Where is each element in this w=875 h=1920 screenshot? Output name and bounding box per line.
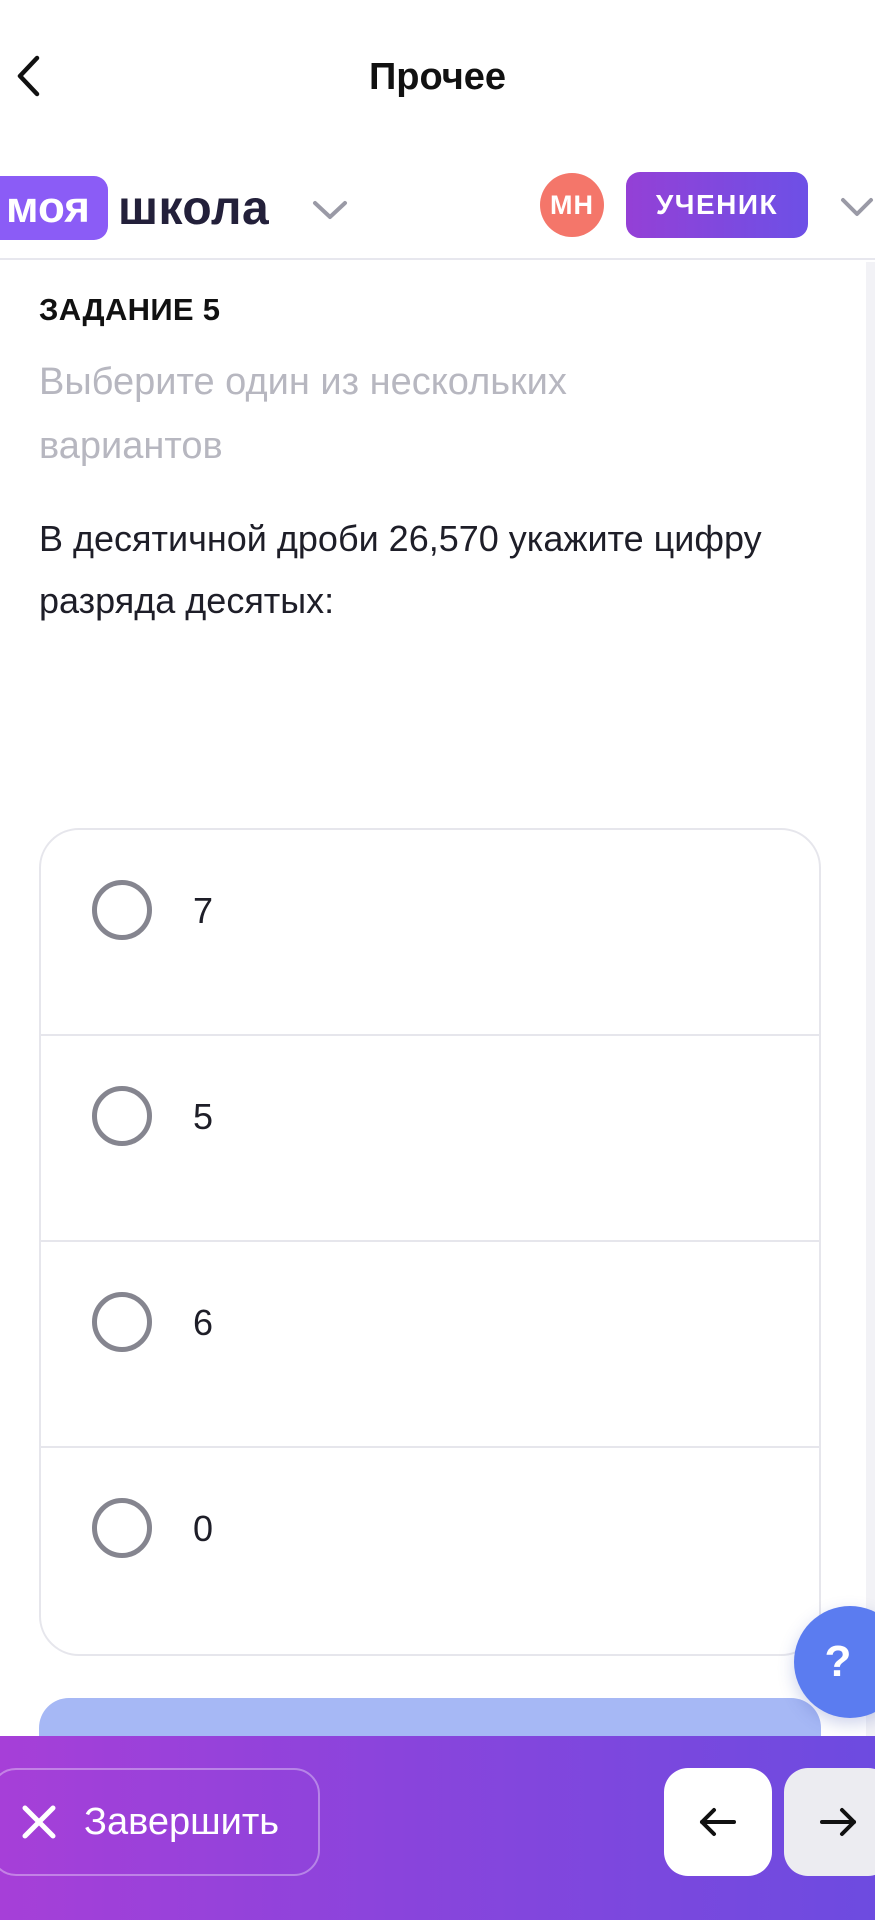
answer-option[interactable]: 0 (41, 1448, 819, 1654)
logo-part-moya: моя (0, 176, 108, 240)
logo-part-shkola: школа (117, 181, 270, 235)
task-question: В десятичной дроби 26,570 укажите цифру … (39, 518, 762, 621)
radio-button[interactable] (92, 880, 152, 940)
arrow-left-icon (700, 1808, 736, 1836)
finish-button[interactable]: Завершить (0, 1768, 320, 1876)
page-title: Прочее (368, 56, 507, 98)
answer-option-text: 0 (193, 1508, 214, 1549)
scrollbar-track[interactable] (866, 262, 875, 1742)
task-number: ЗАДАНИЕ 5 (39, 292, 221, 327)
finish-button-label: Завершить (84, 1800, 280, 1843)
answer-option[interactable]: 7 (41, 830, 819, 1036)
close-icon (14, 1797, 64, 1847)
avatar[interactable]: МН (540, 173, 604, 237)
bottom-action-bar: Завершить (0, 1736, 875, 1920)
radio-button[interactable] (92, 1498, 152, 1558)
chevron-down-icon (841, 198, 873, 216)
radio-button[interactable] (92, 1086, 152, 1146)
arrow-right-icon (820, 1808, 856, 1836)
answer-option-text: 6 (193, 1302, 214, 1343)
answer-option-text: 5 (193, 1096, 214, 1137)
answer-option-text: 7 (193, 890, 214, 931)
task-instruction: Выберите один из нескольких вариантов (39, 361, 567, 467)
answer-option[interactable]: 5 (41, 1036, 819, 1242)
top-navigation-bar: Прочее (0, 0, 875, 160)
role-badge[interactable]: УЧЕНИК (626, 172, 808, 238)
question-mark-icon: ? (824, 1637, 852, 1686)
next-task-button[interactable] (784, 1768, 875, 1876)
logo-menu-toggle[interactable] (312, 199, 348, 226)
answer-options: 7 5 6 0 (39, 828, 821, 1656)
previous-task-button[interactable] (664, 1768, 772, 1876)
answer-option[interactable]: 6 (41, 1242, 819, 1448)
chevron-down-icon (313, 201, 347, 219)
radio-button[interactable] (92, 1292, 152, 1352)
profile-menu-toggle[interactable] (840, 196, 874, 223)
logo[interactable]: моя школа (0, 175, 269, 241)
